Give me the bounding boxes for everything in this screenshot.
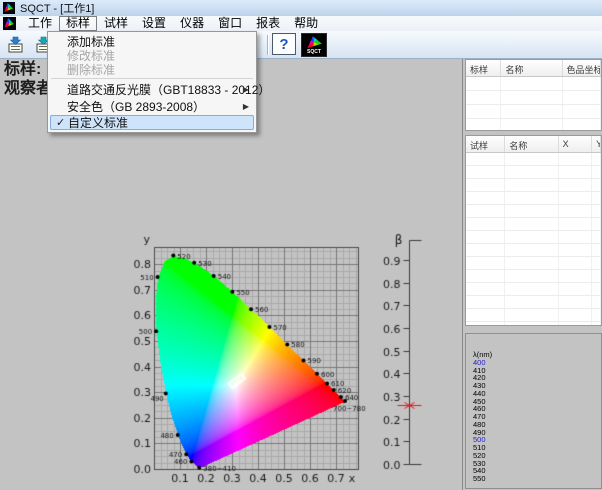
column-header[interactable]: Y: [592, 136, 601, 152]
menu-item-label: 安全色（GB 2893-2008）: [67, 98, 205, 115]
wavelength-item: 500: [473, 436, 601, 444]
app-window: SQCT - [工作1] 工作标样试样设置仪器窗口报表帮助: [0, 0, 602, 490]
menu-item[interactable]: ✓自定义标准: [50, 115, 254, 130]
window-title: SQCT - [工作1]: [20, 0, 94, 16]
standard-label: 标样:: [4, 60, 52, 79]
menu-item[interactable]: 道路交通反光膜（GBT18833 - 2012）▶: [48, 81, 256, 98]
wavelength-item: 470: [473, 413, 601, 421]
list-import-icon: [7, 36, 25, 54]
menubar-item[interactable]: 仪器: [173, 16, 211, 31]
menubar-item[interactable]: 设置: [135, 16, 173, 31]
table-row[interactable]: [466, 270, 601, 283]
wavelength-item: 450: [473, 398, 601, 406]
table-header: 标样名称色品坐标: [466, 60, 601, 77]
table-row[interactable]: [466, 179, 601, 192]
wavelength-item: 540: [473, 467, 601, 475]
help-question-icon: ?: [279, 36, 288, 53]
menubar-item[interactable]: 帮助: [287, 16, 325, 31]
table-row[interactable]: [466, 166, 601, 179]
column-header[interactable]: 色品坐标: [563, 60, 601, 76]
wavelength-panel: λ(nm)40041042043044045046047048049050051…: [465, 333, 602, 489]
wavelength-item: 490: [473, 429, 601, 437]
table-row[interactable]: [466, 192, 601, 205]
standards-table[interactable]: 标样名称色品坐标: [465, 59, 602, 131]
wavelength-item: 410: [473, 367, 601, 375]
table-row[interactable]: [466, 153, 601, 166]
table-row[interactable]: [466, 296, 601, 309]
column-header[interactable]: 名称: [501, 60, 562, 76]
client-info-text: 标样: 观察者: [4, 60, 52, 98]
menu-item-label: 道路交通反光膜（GBT18833 - 2012）: [67, 81, 270, 98]
samples-table[interactable]: 试样名称XY: [465, 135, 602, 326]
table-row[interactable]: [466, 205, 601, 218]
wavelength-item: 520: [473, 452, 601, 460]
wavelength-list-header: λ(nm): [473, 351, 601, 359]
menubar-item[interactable]: 试样: [97, 16, 135, 31]
submenu-arrow-icon: ▶: [243, 102, 249, 111]
wavelength-item: 400: [473, 359, 601, 367]
column-header[interactable]: 名称: [505, 136, 558, 152]
table-row[interactable]: [466, 309, 601, 322]
table-header: 试样名称XY: [466, 136, 601, 153]
table-row[interactable]: [466, 257, 601, 270]
menubar: 工作标样试样设置仪器窗口报表帮助: [0, 16, 602, 31]
toolbar-separator: [267, 35, 269, 55]
wavelength-item: 510: [473, 444, 601, 452]
app-logo-icon: [3, 2, 15, 14]
table-row[interactable]: [466, 91, 601, 105]
add-standard-toolbar-button[interactable]: [3, 33, 29, 57]
column-header[interactable]: X: [559, 136, 593, 152]
table-row[interactable]: [466, 218, 601, 231]
sqct-logo-text: SQCT: [302, 49, 326, 55]
wavelength-item: 530: [473, 460, 601, 468]
checkmark-icon: ✓: [56, 116, 65, 129]
menubar-item[interactable]: 窗口: [211, 16, 249, 31]
wavelength-list: λ(nm)40041042043044045046047048049050051…: [466, 334, 601, 483]
observer-label: 观察者: [4, 79, 52, 98]
table-row[interactable]: [466, 322, 601, 326]
menu-separator: [51, 78, 253, 79]
wavelength-item: 460: [473, 405, 601, 413]
table-row[interactable]: [466, 105, 601, 119]
table-row[interactable]: [466, 231, 601, 244]
menubar-item[interactable]: 工作: [21, 16, 59, 31]
right-panel: 标样名称色品坐标 试样名称XY λ(nm)4004104204304404504…: [462, 59, 602, 490]
table-row[interactable]: [466, 244, 601, 257]
menu-item-label: 自定义标准: [68, 114, 128, 131]
menu-item[interactable]: 安全色（GB 2893-2008） ▶: [48, 98, 256, 115]
column-header[interactable]: 标样: [466, 60, 501, 76]
wavelength-item: 440: [473, 390, 601, 398]
menubar-item[interactable]: 报表: [249, 16, 287, 31]
standards-dropdown-menu: 添加标准修改标准删除标准道路交通反光膜（GBT18833 - 2012）▶安全色…: [47, 31, 257, 133]
chromaticity-diagram: [130, 230, 430, 490]
table-row[interactable]: [466, 283, 601, 296]
wavelength-item: 420: [473, 374, 601, 382]
table-row[interactable]: [466, 77, 601, 91]
submenu-arrow-icon: ▶: [243, 85, 249, 94]
about-sqct-button[interactable]: SQCT: [301, 33, 327, 57]
mdi-child-icon[interactable]: [3, 17, 16, 30]
titlebar: SQCT - [工作1]: [0, 0, 602, 16]
menu-item: 删除标准: [48, 62, 256, 76]
menubar-item[interactable]: 标样: [59, 16, 97, 31]
wavelength-item: 480: [473, 421, 601, 429]
wavelength-item: 430: [473, 382, 601, 390]
help-button[interactable]: ?: [272, 33, 296, 55]
menu-item-label: 删除标准: [67, 61, 115, 78]
table-row[interactable]: [466, 119, 601, 131]
wavelength-item: 550: [473, 475, 601, 483]
column-header[interactable]: 试样: [466, 136, 505, 152]
